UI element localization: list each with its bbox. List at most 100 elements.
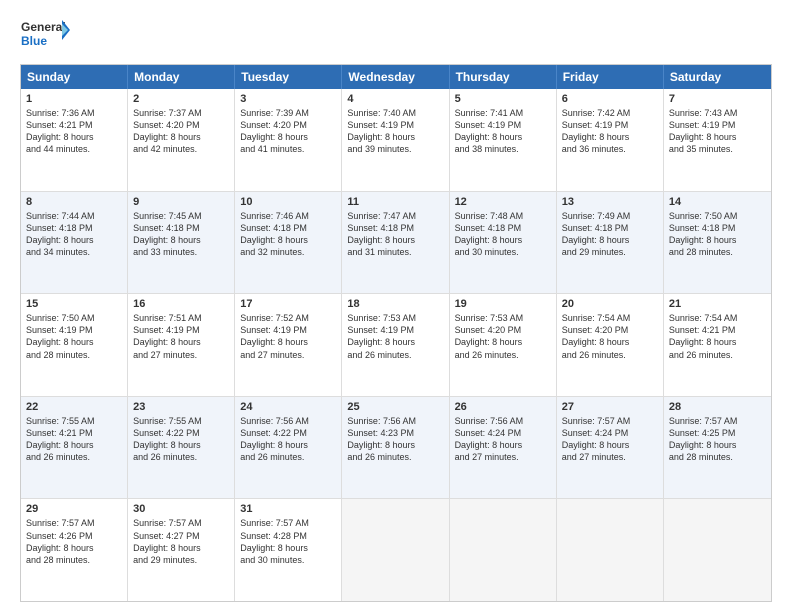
day-number: 11 [347,196,443,208]
daylight-text: Daylight: 8 hours [133,234,229,246]
daylight-text: Daylight: 8 hours [455,234,551,246]
daylight-continued: and 32 minutes. [240,246,336,258]
daylight-text: Daylight: 8 hours [26,131,122,143]
sunrise-text: Sunrise: 7:42 AM [562,107,658,119]
daylight-continued: and 31 minutes. [347,246,443,258]
daylight-text: Daylight: 8 hours [26,439,122,451]
daylight-continued: and 26 minutes. [26,451,122,463]
day-number: 14 [669,196,766,208]
daylight-text: Daylight: 8 hours [562,131,658,143]
calendar-body: 1 Sunrise: 7:36 AM Sunset: 4:21 PM Dayli… [21,89,771,601]
sunset-text: Sunset: 4:23 PM [347,427,443,439]
day-number: 17 [240,298,336,310]
sunrise-text: Sunrise: 7:55 AM [26,415,122,427]
sunset-text: Sunset: 4:18 PM [347,222,443,234]
daylight-text: Daylight: 8 hours [240,336,336,348]
calendar-cell [664,499,771,601]
sunset-text: Sunset: 4:19 PM [562,119,658,131]
sunset-text: Sunset: 4:24 PM [455,427,551,439]
calendar-cell: 30 Sunrise: 7:57 AM Sunset: 4:27 PM Dayl… [128,499,235,601]
daylight-continued: and 35 minutes. [669,143,766,155]
calendar-cell: 25 Sunrise: 7:56 AM Sunset: 4:23 PM Dayl… [342,397,449,499]
day-number: 27 [562,401,658,413]
calendar-cell: 14 Sunrise: 7:50 AM Sunset: 4:18 PM Dayl… [664,192,771,294]
daylight-text: Daylight: 8 hours [240,234,336,246]
calendar-cell: 17 Sunrise: 7:52 AM Sunset: 4:19 PM Dayl… [235,294,342,396]
sunset-text: Sunset: 4:21 PM [669,324,766,336]
calendar-cell: 29 Sunrise: 7:57 AM Sunset: 4:26 PM Dayl… [21,499,128,601]
sunrise-text: Sunrise: 7:57 AM [240,517,336,529]
sunset-text: Sunset: 4:28 PM [240,530,336,542]
page: General Blue SundayMondayTuesdayWednesda… [0,0,792,612]
sunrise-text: Sunrise: 7:48 AM [455,210,551,222]
day-number: 28 [669,401,766,413]
day-number: 31 [240,503,336,515]
daylight-continued: and 27 minutes. [562,451,658,463]
sunrise-text: Sunrise: 7:40 AM [347,107,443,119]
sunset-text: Sunset: 4:18 PM [240,222,336,234]
svg-text:Blue: Blue [21,34,47,48]
daylight-continued: and 34 minutes. [26,246,122,258]
daylight-continued: and 36 minutes. [562,143,658,155]
sunrise-text: Sunrise: 7:53 AM [347,312,443,324]
daylight-text: Daylight: 8 hours [562,336,658,348]
daylight-text: Daylight: 8 hours [26,234,122,246]
calendar-cell: 21 Sunrise: 7:54 AM Sunset: 4:21 PM Dayl… [664,294,771,396]
sunset-text: Sunset: 4:20 PM [562,324,658,336]
daylight-continued: and 30 minutes. [455,246,551,258]
sunset-text: Sunset: 4:19 PM [455,119,551,131]
sunrise-text: Sunrise: 7:49 AM [562,210,658,222]
sunrise-text: Sunrise: 7:51 AM [133,312,229,324]
daylight-continued: and 26 minutes. [347,349,443,361]
daylight-continued: and 44 minutes. [26,143,122,155]
day-number: 6 [562,93,658,105]
calendar-cell [557,499,664,601]
calendar-cell: 23 Sunrise: 7:55 AM Sunset: 4:22 PM Dayl… [128,397,235,499]
day-number: 24 [240,401,336,413]
daylight-text: Daylight: 8 hours [562,439,658,451]
day-number: 29 [26,503,122,515]
calendar-cell: 16 Sunrise: 7:51 AM Sunset: 4:19 PM Dayl… [128,294,235,396]
daylight-continued: and 42 minutes. [133,143,229,155]
sunrise-text: Sunrise: 7:41 AM [455,107,551,119]
sunset-text: Sunset: 4:19 PM [669,119,766,131]
calendar-cell: 8 Sunrise: 7:44 AM Sunset: 4:18 PM Dayli… [21,192,128,294]
calendar-cell [450,499,557,601]
day-number: 13 [562,196,658,208]
calendar-cell: 18 Sunrise: 7:53 AM Sunset: 4:19 PM Dayl… [342,294,449,396]
calendar-cell: 6 Sunrise: 7:42 AM Sunset: 4:19 PM Dayli… [557,89,664,191]
sunrise-text: Sunrise: 7:45 AM [133,210,229,222]
calendar-cell: 12 Sunrise: 7:48 AM Sunset: 4:18 PM Dayl… [450,192,557,294]
day-header-friday: Friday [557,65,664,89]
sunset-text: Sunset: 4:19 PM [347,324,443,336]
daylight-text: Daylight: 8 hours [240,542,336,554]
day-number: 10 [240,196,336,208]
sunset-text: Sunset: 4:18 PM [562,222,658,234]
sunset-text: Sunset: 4:18 PM [455,222,551,234]
calendar-cell: 7 Sunrise: 7:43 AM Sunset: 4:19 PM Dayli… [664,89,771,191]
sunset-text: Sunset: 4:25 PM [669,427,766,439]
logo: General Blue [20,16,70,54]
calendar-cell: 20 Sunrise: 7:54 AM Sunset: 4:20 PM Dayl… [557,294,664,396]
sunset-text: Sunset: 4:24 PM [562,427,658,439]
calendar-cell [342,499,449,601]
sunrise-text: Sunrise: 7:46 AM [240,210,336,222]
sunset-text: Sunset: 4:20 PM [455,324,551,336]
day-number: 16 [133,298,229,310]
sunrise-text: Sunrise: 7:44 AM [26,210,122,222]
sunset-text: Sunset: 4:20 PM [240,119,336,131]
day-number: 12 [455,196,551,208]
daylight-continued: and 26 minutes. [455,349,551,361]
svg-text:General: General [21,20,66,34]
day-number: 7 [669,93,766,105]
sunrise-text: Sunrise: 7:56 AM [347,415,443,427]
sunrise-text: Sunrise: 7:57 AM [26,517,122,529]
calendar-cell: 24 Sunrise: 7:56 AM Sunset: 4:22 PM Dayl… [235,397,342,499]
sunset-text: Sunset: 4:18 PM [26,222,122,234]
calendar-row-1: 1 Sunrise: 7:36 AM Sunset: 4:21 PM Dayli… [21,89,771,192]
day-number: 2 [133,93,229,105]
daylight-continued: and 27 minutes. [240,349,336,361]
sunset-text: Sunset: 4:20 PM [133,119,229,131]
daylight-continued: and 38 minutes. [455,143,551,155]
calendar-cell: 31 Sunrise: 7:57 AM Sunset: 4:28 PM Dayl… [235,499,342,601]
